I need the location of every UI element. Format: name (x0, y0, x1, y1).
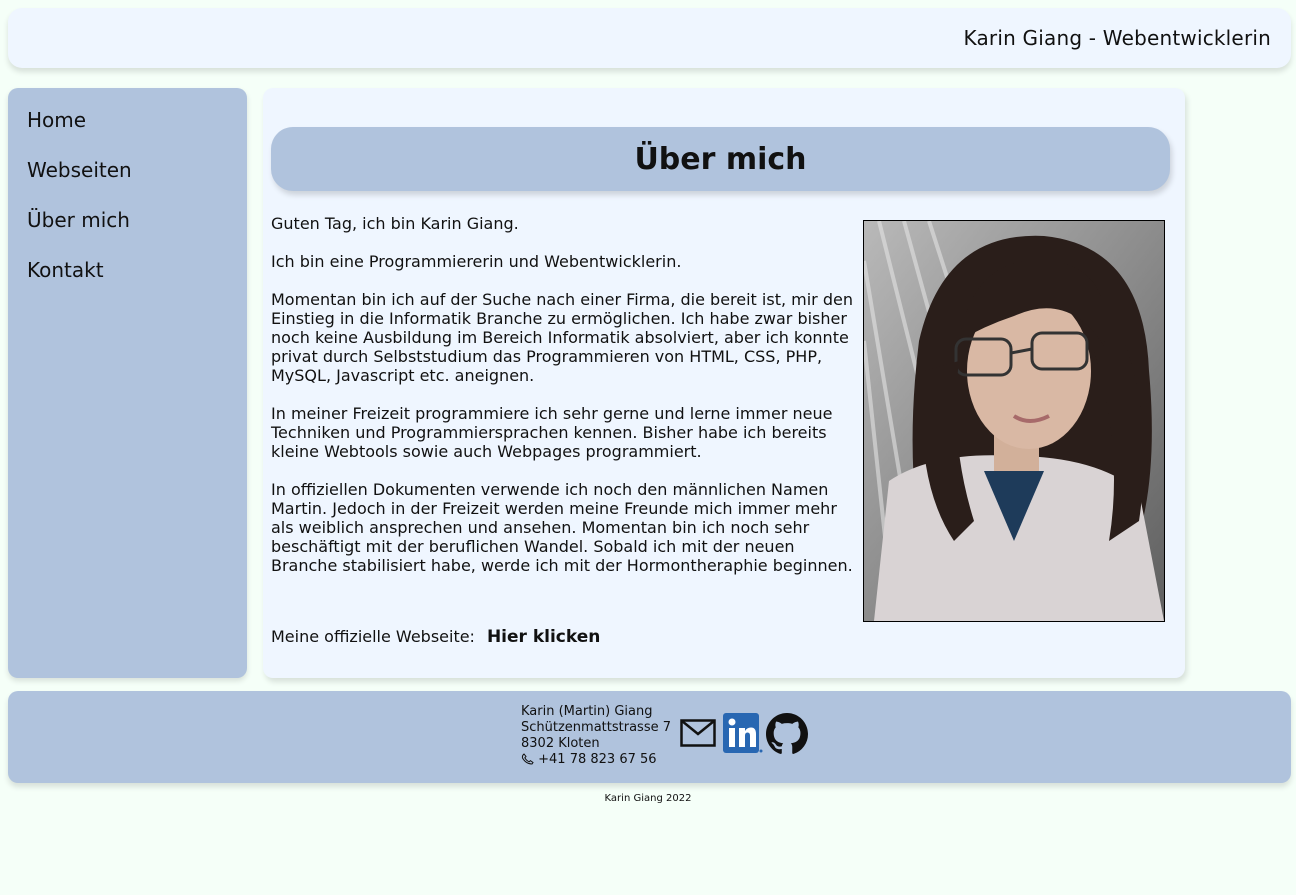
contact-city: 8302 Kloten (521, 736, 600, 751)
footer: Karin (Martin) Giang Schützenmattstrasse… (8, 691, 1291, 783)
linkedin-icon[interactable] (723, 713, 763, 757)
contact-phone: +41 78 823 67 56 (538, 752, 657, 767)
paragraph: Ich bin eine Programmiererin und Webentw… (271, 252, 682, 271)
paragraph: Momentan bin ich auf der Suche nach eine… (271, 290, 853, 385)
intro-text: Guten Tag, ich bin Karin Giang. Ich bin … (271, 214, 861, 594)
contact-address: Karin (Martin) Giang Schützenmattstrasse… (521, 704, 671, 768)
sidebar-nav: Home Webseiten Über mich Kontakt (8, 88, 247, 678)
paragraph: In meiner Freizeit programmiere ich sehr… (271, 404, 833, 461)
nav-item-home[interactable]: Home (27, 108, 86, 132)
website-label: Meine offizielle Webseite: (271, 627, 475, 646)
main-content: Über mich Guten Tag, ich bin Karin Giang… (263, 88, 1185, 678)
paragraph: Guten Tag, ich bin Karin Giang. (271, 214, 519, 233)
phone-icon (521, 752, 538, 767)
header: Karin Giang - Webentwicklerin (8, 8, 1291, 68)
website-line: Meine offizielle Webseite: Hier klicken (271, 627, 600, 647)
nav-item-webseiten[interactable]: Webseiten (27, 158, 132, 182)
website-link[interactable]: Hier klicken (487, 627, 600, 647)
profile-photo (863, 220, 1165, 622)
copyright: Karin Giang 2022 (604, 793, 692, 804)
mail-icon[interactable] (680, 719, 716, 751)
paragraph: In offiziellen Dokumenten verwende ich n… (271, 480, 853, 575)
site-title: Karin Giang - Webentwicklerin (963, 26, 1271, 50)
contact-name: Karin (Martin) Giang (521, 704, 653, 719)
github-icon[interactable] (766, 713, 808, 759)
page-title-bar: Über mich (271, 127, 1170, 191)
nav-item-ueber-mich[interactable]: Über mich (27, 208, 130, 232)
contact-street: Schützenmattstrasse 7 (521, 720, 671, 735)
nav-item-kontakt[interactable]: Kontakt (27, 258, 104, 282)
page-title: Über mich (634, 142, 807, 177)
contact-phone-row: +41 78 823 67 56 (521, 752, 671, 768)
